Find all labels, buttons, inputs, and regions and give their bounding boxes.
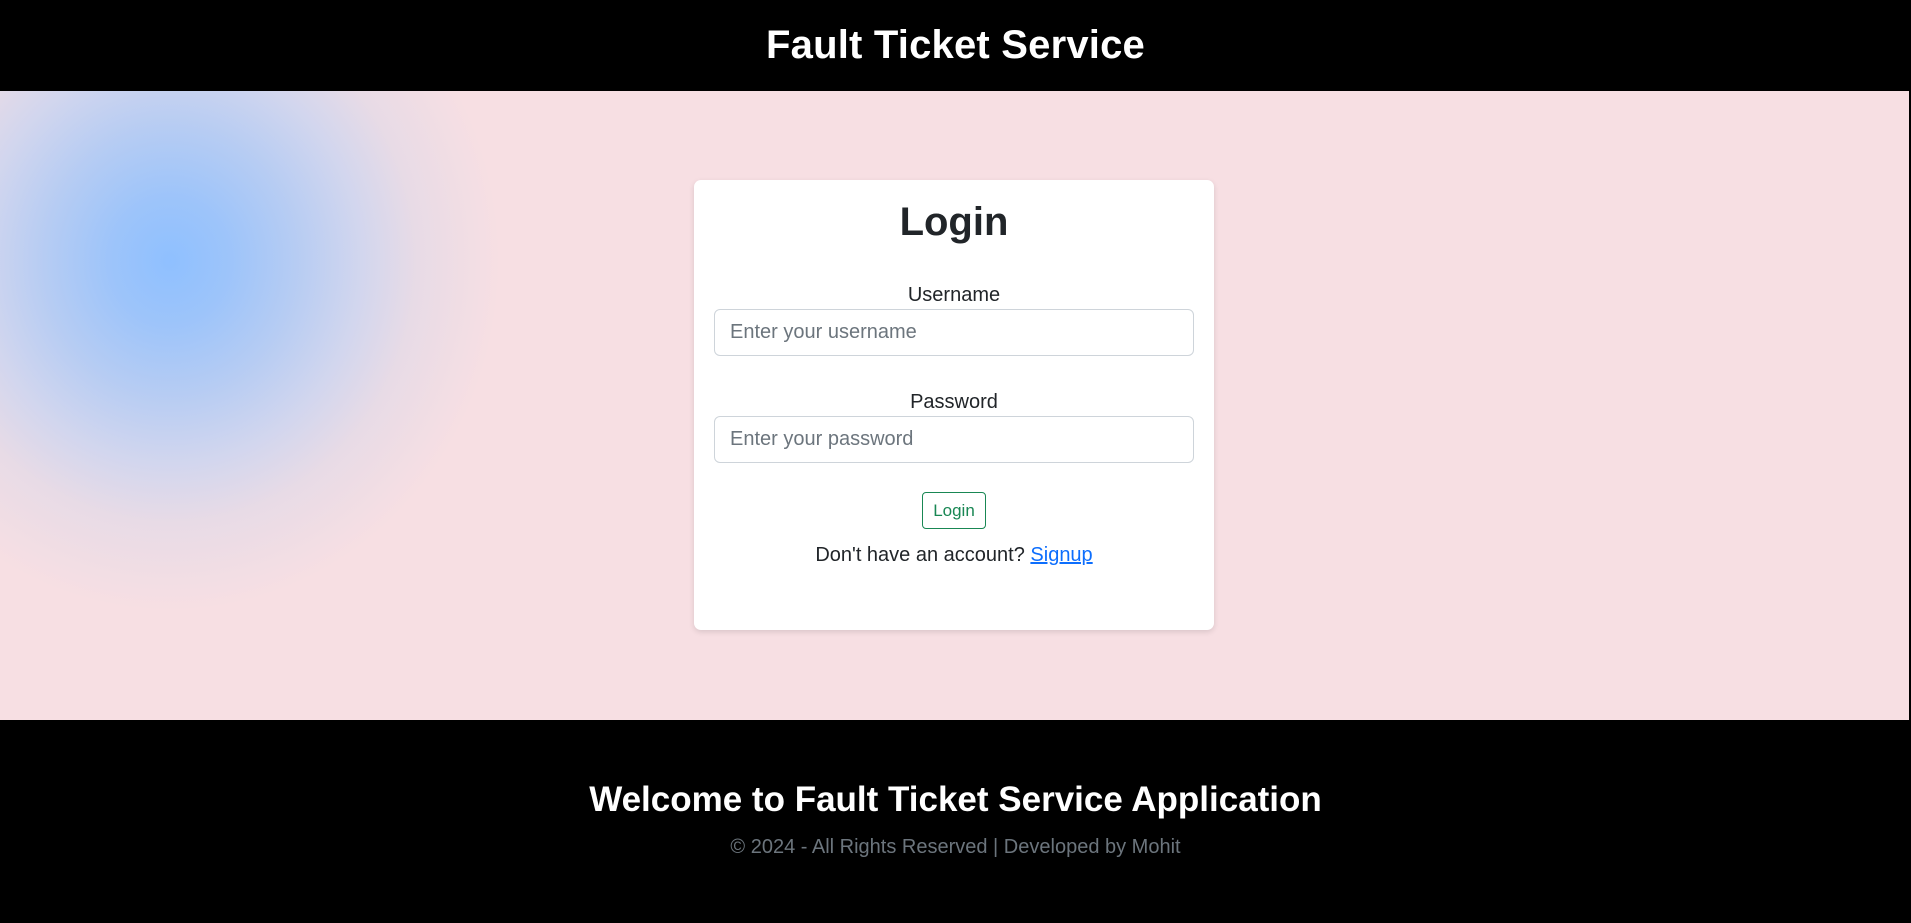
username-input[interactable] [714, 309, 1194, 356]
app-title: Fault Ticket Service [766, 23, 1145, 67]
signup-prompt-line: Don't have an account? Signup [694, 544, 1214, 567]
login-card: Login Username Password Login Don't have… [694, 180, 1214, 630]
login-button[interactable]: Login [922, 492, 986, 529]
footer-copyright: © 2024 - All Rights Reserved | Developed… [730, 836, 1181, 858]
password-input[interactable] [714, 416, 1194, 463]
signup-link[interactable]: Signup [1030, 544, 1092, 566]
footer-welcome-title: Welcome to Fault Ticket Service Applicat… [589, 780, 1322, 819]
app-footer: Welcome to Fault Ticket Service Applicat… [0, 720, 1911, 923]
main-content: Login Username Password Login Don't have… [0, 91, 1909, 720]
app-header: Fault Ticket Service [0, 0, 1911, 91]
username-label: Username [907, 284, 1001, 306]
background-gradient-blob [0, 91, 670, 720]
signup-prompt-text: Don't have an account? [815, 544, 1025, 566]
login-title: Login [899, 200, 1009, 244]
password-label: Password [910, 391, 998, 413]
